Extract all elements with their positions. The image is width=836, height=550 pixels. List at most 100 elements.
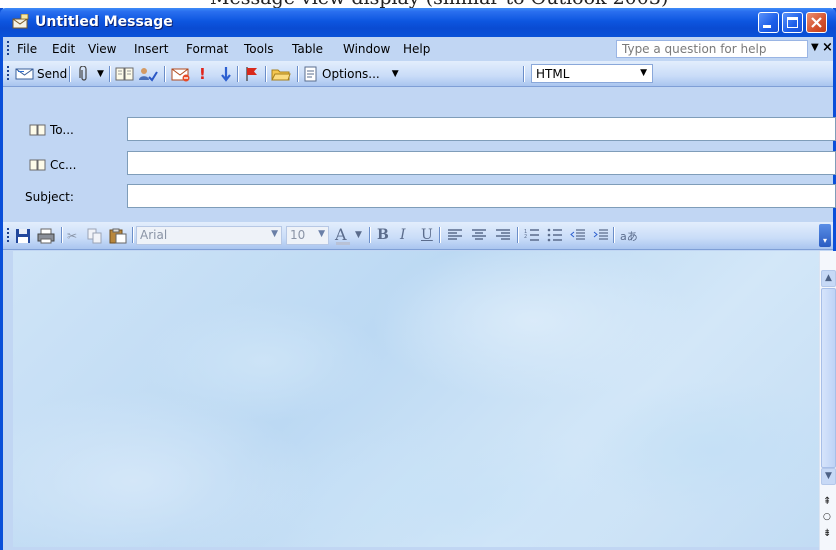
- font-size-select[interactable]: 10 ▼: [286, 226, 329, 245]
- minimize-icon: [763, 25, 771, 28]
- menu-edit[interactable]: Edit: [52, 42, 75, 56]
- menu-window[interactable]: Window: [343, 42, 390, 56]
- menu-tools[interactable]: Tools: [244, 42, 274, 56]
- cc-label: Cc...: [50, 158, 77, 172]
- font-name-value: Arial: [140, 228, 168, 242]
- font-size-dropdown-icon: ▼: [318, 229, 325, 239]
- options-dropdown-icon: ▼: [391, 69, 399, 79]
- menu-help[interactable]: Help: [403, 42, 430, 56]
- check-names-button[interactable]: [138, 65, 158, 83]
- close-button[interactable]: [806, 12, 827, 33]
- scroll-thumb[interactable]: [821, 288, 836, 468]
- browse-object-icon[interactable]: ○: [823, 512, 831, 522]
- print-button[interactable]: [37, 227, 55, 245]
- message-format-select[interactable]: HTML ▼: [531, 64, 653, 83]
- options-icon: [304, 66, 317, 82]
- toolbar-separator: [61, 227, 62, 243]
- send-label: Send: [37, 67, 68, 81]
- bold-icon[interactable]: B: [377, 227, 389, 243]
- cc-address-book-icon: [29, 159, 46, 171]
- menu-format[interactable]: Format: [186, 42, 228, 56]
- toolbar-options-chevron-icon[interactable]: ▾: [819, 224, 831, 247]
- help-close-icon[interactable]: ×: [822, 40, 833, 55]
- close-icon: [811, 17, 822, 28]
- styles-icon[interactable]: aあ: [620, 228, 638, 244]
- menubar-grip-icon[interactable]: [7, 41, 9, 57]
- subject-label-text: Subject:: [25, 190, 74, 204]
- high-importance-icon[interactable]: !: [199, 65, 206, 83]
- options-label: Options...: [322, 67, 380, 81]
- title-bar[interactable]: Untitled Message: [0, 8, 836, 37]
- permission-envelope-icon: [171, 68, 190, 82]
- cut-icon[interactable]: ✂: [67, 227, 77, 245]
- save-icon: [16, 229, 30, 243]
- subject-label: Subject:: [25, 190, 74, 204]
- copy-button[interactable]: [87, 227, 103, 245]
- low-importance-button[interactable]: [221, 65, 231, 83]
- scroll-down-icon[interactable]: ▼: [821, 468, 836, 485]
- save-button[interactable]: [15, 227, 31, 245]
- attach-dropdown-icon[interactable]: ▼: [97, 65, 104, 83]
- menu-insert[interactable]: Insert: [134, 42, 168, 56]
- flag-icon: [246, 67, 257, 81]
- to-field[interactable]: [127, 117, 836, 141]
- menu-view[interactable]: View: [88, 42, 116, 56]
- previous-page-icon[interactable]: ⇞: [823, 496, 831, 507]
- decrease-indent-icon[interactable]: [570, 228, 586, 242]
- toolbar-separator: [297, 66, 298, 82]
- numbered-list-icon[interactable]: 12: [524, 228, 540, 242]
- menu-file[interactable]: File: [17, 42, 37, 56]
- next-page-icon[interactable]: ⇟: [823, 528, 831, 539]
- window-title: Untitled Message: [35, 14, 173, 30]
- font-color-dropdown-icon[interactable]: ▼: [355, 230, 362, 240]
- minimize-button[interactable]: [758, 12, 779, 33]
- underline-icon[interactable]: U: [421, 227, 433, 243]
- address-book-button[interactable]: [115, 65, 135, 83]
- help-dropdown-icon[interactable]: ▼: [811, 42, 819, 53]
- paste-button[interactable]: [109, 227, 127, 245]
- font-name-dropdown-icon: ▼: [271, 229, 278, 239]
- folder-button[interactable]: [271, 65, 291, 83]
- font-name-select[interactable]: Arial ▼: [136, 226, 282, 245]
- toolbar-separator: [109, 66, 110, 82]
- envelope-icon: [12, 14, 29, 29]
- toolbar-separator: [369, 227, 370, 243]
- cc-field[interactable]: [127, 151, 836, 175]
- attach-button[interactable]: [78, 65, 90, 83]
- maximize-button[interactable]: [782, 12, 803, 33]
- toolbar-separator: [439, 227, 440, 243]
- toolbar-separator: [69, 66, 70, 82]
- bullet-list-icon[interactable]: [547, 228, 563, 242]
- subject-field[interactable]: [127, 184, 836, 208]
- cc-button[interactable]: Cc...: [29, 158, 76, 172]
- vertical-scrollbar[interactable]: ▲ ▼ ⇞ ○ ⇟: [819, 251, 836, 550]
- toolbar-separator: [613, 227, 614, 243]
- toolbar-separator: [132, 227, 133, 243]
- follow-up-flag-button[interactable]: [245, 65, 259, 83]
- help-search-input[interactable]: Type a question for help: [616, 40, 808, 58]
- check-names-icon: [139, 68, 158, 82]
- menu-table[interactable]: Table: [292, 42, 323, 56]
- message-body[interactable]: [13, 251, 819, 547]
- address-book-icon: [115, 67, 134, 81]
- align-right-icon[interactable]: [495, 228, 511, 242]
- align-left-icon[interactable]: [447, 228, 463, 242]
- scroll-up-icon[interactable]: ▲: [821, 270, 836, 287]
- send-button[interactable]: Send: [15, 65, 67, 83]
- to-label: To...: [50, 123, 74, 137]
- toolbar-separator: [523, 66, 524, 82]
- send-icon: [15, 68, 34, 80]
- align-center-icon[interactable]: [471, 228, 487, 242]
- printer-icon: [37, 228, 55, 244]
- paperclip-icon: [79, 66, 87, 81]
- to-address-book-icon: [29, 124, 46, 136]
- to-button[interactable]: To...: [29, 123, 74, 137]
- toolbar-grip-icon[interactable]: [7, 66, 9, 82]
- permission-button[interactable]: [171, 65, 191, 83]
- toolbar-separator: [237, 66, 238, 82]
- options-button[interactable]: Options... ▼: [304, 65, 399, 83]
- message-format-dropdown-icon: ▼: [640, 68, 647, 78]
- format-toolbar-grip-icon[interactable]: [7, 228, 9, 244]
- italic-icon[interactable]: I: [400, 227, 406, 243]
- increase-indent-icon[interactable]: [593, 228, 609, 242]
